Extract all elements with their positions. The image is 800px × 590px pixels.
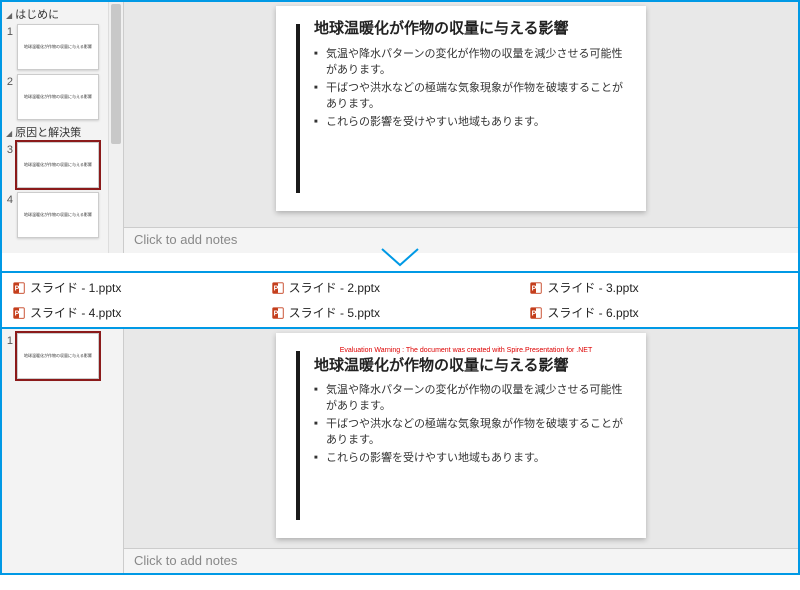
slide-thumbnail[interactable]: 4 地球温暖化が作物の収量に与える影響	[2, 190, 106, 240]
thumbnail-preview[interactable]: 地球温暖化が作物の収量に与える影響	[17, 142, 99, 188]
slide-body-text[interactable]: 気温や降水パターンの変化が作物の収量を減少させる可能性があります。干ばつや洪水な…	[314, 383, 628, 467]
slide-title[interactable]: 地球温暖化が作物の収量に与える影響	[314, 20, 628, 39]
pptx-file-icon: P	[529, 306, 543, 320]
slide-body-text[interactable]: 気温や降水パターンの変化が作物の収量を減少させる可能性があります。干ばつや洪水な…	[314, 47, 628, 131]
slide-number: 2	[5, 74, 13, 88]
file-name: スライド - 1.pptx	[30, 279, 121, 296]
file-name: スライド - 6.pptx	[547, 304, 638, 321]
slide-thumbnail[interactable]: 3 地球温暖化が作物の収量に与える影響	[2, 140, 106, 190]
result-presentation-panel: 1 地球温暖化が作物の収量に与える影響 Evaluation Warning : …	[2, 329, 798, 573]
thumbnail-preview[interactable]: 地球温暖化が作物の収量に与える影響	[17, 333, 99, 379]
svg-text:P: P	[273, 310, 278, 317]
slide-thumbnail-pane: はじめに 1 地球温暖化が作物の収量に与える影響 2 地球温暖化が作物の収量に与える影響…	[2, 2, 124, 253]
slide-number: 1	[5, 24, 13, 38]
output-files-list: P スライド - 1.pptx P スライド - 2.pptx P スライド - 3.pp…	[2, 271, 798, 329]
file-name: スライド - 5.pptx	[289, 304, 380, 321]
source-presentation-panel: はじめに 1 地球温暖化が作物の収量に与える影響 2 地球温暖化が作物の収量に与える影響…	[2, 2, 798, 253]
file-name: スライド - 2.pptx	[289, 279, 380, 296]
thumbnail-scrollbar[interactable]	[108, 2, 123, 253]
svg-text:P: P	[273, 285, 278, 292]
file-item[interactable]: P スライド - 1.pptx	[12, 279, 271, 296]
file-name: スライド - 3.pptx	[547, 279, 638, 296]
file-item[interactable]: P スライド - 2.pptx	[271, 279, 530, 296]
bullet-item: 気温や降水パターンの変化が作物の収量を減少させる可能性があります。	[314, 383, 628, 415]
file-item[interactable]: P スライド - 5.pptx	[271, 304, 530, 321]
bullet-item: これらの影響を受けやすい地域もあります。	[314, 451, 628, 467]
bullet-item: 干ばつや洪水などの極端な気象現象が作物を破壊することがあります。	[314, 81, 628, 113]
svg-text:P: P	[532, 310, 537, 317]
evaluation-warning: Evaluation Warning : The document was cr…	[304, 347, 628, 355]
section-header[interactable]: はじめに	[2, 4, 106, 22]
accent-bar	[296, 351, 300, 520]
pptx-file-icon: P	[271, 281, 285, 295]
svg-text:P: P	[15, 310, 20, 317]
slide-thumbnail[interactable]: 2 地球温暖化が作物の収量に与える影響	[2, 72, 106, 122]
notes-pane[interactable]: Click to add notes	[124, 227, 798, 253]
pptx-file-icon: P	[12, 281, 26, 295]
slide-canvas[interactable]: Evaluation Warning : The document was cr…	[276, 333, 646, 538]
slide-thumbnail[interactable]: 1 地球温暖化が作物の収量に与える影響	[2, 22, 106, 72]
svg-text:P: P	[532, 285, 537, 292]
slide-number: 1	[5, 333, 13, 347]
pptx-file-icon: P	[12, 306, 26, 320]
slide-number: 4	[5, 192, 13, 206]
pptx-file-icon: P	[271, 306, 285, 320]
file-item[interactable]: P スライド - 4.pptx	[12, 304, 271, 321]
slide-canvas[interactable]: 地球温暖化が作物の収量に与える影響 気温や降水パターンの変化が作物の収量を減少さ…	[276, 6, 646, 211]
section-header[interactable]: 原因と解決策	[2, 122, 106, 140]
slide-thumbnail[interactable]: 1 地球温暖化が作物の収量に与える影響	[2, 331, 121, 381]
slide-title[interactable]: 地球温暖化が作物の収量に与える影響	[314, 357, 628, 376]
thumbnail-preview[interactable]: 地球温暖化が作物の収量に与える影響	[17, 24, 99, 70]
down-arrow-icon	[380, 247, 420, 269]
thumbnail-preview[interactable]: 地球温暖化が作物の収量に与える影響	[17, 74, 99, 120]
thumbnail-preview[interactable]: 地球温暖化が作物の収量に与える影響	[17, 192, 99, 238]
notes-pane[interactable]: Click to add notes	[124, 548, 798, 573]
slide-thumbnail-pane: 1 地球温暖化が作物の収量に与える影響	[2, 329, 123, 573]
slide-number: 3	[5, 142, 13, 156]
file-item[interactable]: P スライド - 6.pptx	[529, 304, 788, 321]
pptx-file-icon: P	[529, 281, 543, 295]
bullet-item: 干ばつや洪水などの極端な気象現象が作物を破壊することがあります。	[314, 417, 628, 449]
accent-bar	[296, 24, 300, 193]
file-name: スライド - 4.pptx	[30, 304, 121, 321]
flow-arrow	[2, 253, 798, 271]
svg-text:P: P	[15, 285, 20, 292]
bullet-item: 気温や降水パターンの変化が作物の収量を減少させる可能性があります。	[314, 47, 628, 79]
slide-editor-area[interactable]: Evaluation Warning : The document was cr…	[124, 329, 798, 548]
slide-editor-area[interactable]: 地球温暖化が作物の収量に与える影響 気温や降水パターンの変化が作物の収量を減少さ…	[124, 2, 798, 227]
file-item[interactable]: P スライド - 3.pptx	[529, 279, 788, 296]
bullet-item: これらの影響を受けやすい地域もあります。	[314, 115, 628, 131]
